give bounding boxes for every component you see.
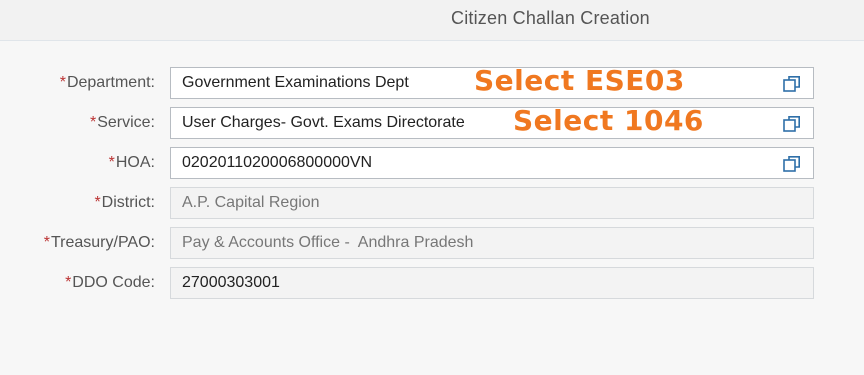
service-field[interactable]: User Charges- Govt. Exams Directorate — [170, 107, 814, 139]
required-marker: * — [108, 154, 115, 171]
service-label: *Service: — [89, 114, 155, 131]
required-marker: * — [89, 114, 97, 131]
required-marker: * — [59, 74, 66, 91]
ddo-value: 27000303001 — [182, 274, 280, 291]
treasury-label: *Treasury/PAO: — [43, 234, 155, 251]
service-value: User Charges- Govt. Exams Directorate — [182, 114, 465, 131]
treasury-value: Pay & Accounts Office - Andhra Pradesh — [182, 234, 474, 251]
value-help-icon[interactable] — [783, 75, 801, 93]
district-label: *District: — [94, 194, 155, 211]
required-marker: * — [43, 234, 50, 251]
hoa-row: *HOA: 0202011020006800000VN — [0, 147, 864, 179]
page-title: Citizen Challan Creation — [451, 8, 650, 28]
department-value: Government Examinations Dept — [182, 74, 409, 91]
department-hint-annotation: Select ESE03 — [474, 64, 685, 97]
hoa-label: *HOA: — [108, 154, 155, 171]
service-hint-annotation: Select 1046 — [513, 104, 704, 137]
treasury-field: Pay & Accounts Office - Andhra Pradesh — [170, 227, 814, 259]
value-help-icon[interactable] — [783, 115, 801, 133]
hoa-field[interactable]: 0202011020006800000VN — [170, 147, 814, 179]
required-marker: * — [65, 274, 72, 291]
district-value: A.P. Capital Region — [182, 194, 320, 211]
department-label: *Department: — [59, 74, 155, 91]
department-row: *Department: Government Examinations Dep… — [0, 67, 864, 99]
treasury-row: *Treasury/PAO: Pay & Accounts Office - A… — [0, 227, 864, 259]
ddo-label: *DDO Code: — [65, 274, 155, 291]
service-row: *Service: User Charges- Govt. Exams Dire… — [0, 107, 864, 139]
district-row: *District: A.P. Capital Region — [0, 187, 864, 219]
ddo-field: 27000303001 — [170, 267, 814, 299]
ddo-row: *DDO Code: 27000303001 — [0, 267, 864, 299]
hoa-value: 0202011020006800000VN — [182, 154, 373, 171]
required-marker: * — [94, 194, 101, 211]
district-field: A.P. Capital Region — [170, 187, 814, 219]
page-header: Citizen Challan Creation — [0, 0, 864, 41]
value-help-icon[interactable] — [783, 155, 801, 173]
